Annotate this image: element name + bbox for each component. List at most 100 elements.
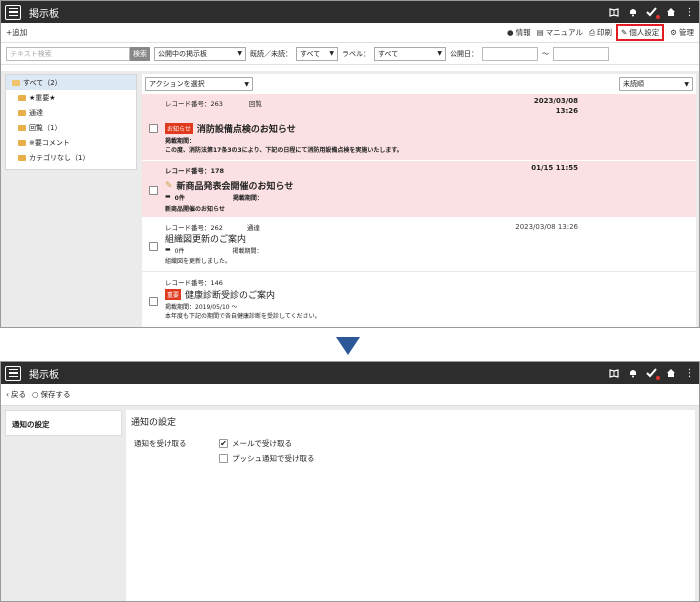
add-button[interactable]: +追加	[6, 27, 27, 38]
folder-comment[interactable]: ※要コメント	[6, 135, 136, 150]
date-from-input[interactable]	[482, 46, 538, 61]
sort-select[interactable]: 未読順 ▼	[619, 77, 693, 91]
book-icon[interactable]	[608, 368, 619, 379]
post-item[interactable]: レコード番号：262 通達 2023/03/08 13:26 組織図更新のご案内 …	[142, 218, 696, 272]
folder-uncategorized[interactable]: カテゴリなし（1）	[6, 150, 136, 165]
folder-important[interactable]: ★重要★	[6, 90, 136, 105]
post-date: 2023/03/08 13:26	[533, 97, 578, 115]
read-filter-label: 既読／未読：	[250, 49, 292, 58]
post-body: 本年度も下記の期間で各自健康診断を受診してください。	[165, 313, 321, 320]
post-item[interactable]: レコード番号：263 回覧 2023/03/08 13:26 お知らせ 消防設備点検の…	[142, 94, 696, 160]
chevron-down-icon: ▼	[684, 80, 689, 88]
folder-circular[interactable]: 回覧（1）	[6, 120, 136, 135]
read-filter-select[interactable]: すべて ▼	[296, 46, 338, 61]
action-select[interactable]: アクションを選択 ▼	[145, 77, 253, 91]
post-period: 掲載期間：	[232, 248, 263, 255]
record-number: レコード番号：178	[165, 167, 225, 175]
comment-count: 0件	[174, 195, 185, 202]
transition-arrow	[336, 337, 360, 355]
receive-label: 通知を受け取る	[134, 439, 187, 448]
post-list: アクションを選択 ▼ 未読順 ▼ レコード番号：263 回覧 2023/03/08 13…	[142, 74, 696, 327]
folder-open-icon	[12, 79, 20, 86]
app-title: 掲示板	[29, 8, 59, 20]
printer-icon: ⎙	[588, 27, 595, 37]
post-title[interactable]: 組織図更新のご案内	[165, 232, 246, 245]
menu-icon[interactable]	[5, 4, 21, 20]
info-link[interactable]: ● 情報	[507, 27, 531, 38]
pencil-icon: ✎	[165, 180, 173, 191]
circle-icon: ○	[32, 390, 39, 399]
print-link[interactable]: ⎙ 印刷	[589, 27, 612, 38]
comment-count: 0件	[174, 248, 185, 255]
personal-settings-link[interactable]: ✎ 個人設定	[615, 24, 665, 41]
settings-toolbar: ‹ 戻る ○ 保存する	[1, 384, 699, 406]
post-body: 新商品開催のお知らせ	[165, 206, 225, 213]
pen-icon: ✎	[620, 28, 628, 37]
gear-icon: ⚙	[670, 28, 677, 37]
filter-bar: テキスト検索 検索 公開中の掲示板 ▼ 既読／未読： すべて ▼ ラベル： すべて ▼…	[1, 43, 699, 65]
save-button[interactable]: ○ 保存する	[32, 389, 71, 400]
folder-all[interactable]: すべて（2）	[6, 75, 136, 90]
folder-icon	[18, 154, 26, 161]
board-select[interactable]: 公開中の掲示板 ▼	[154, 46, 246, 61]
chevron-down-icon: ▼	[244, 80, 249, 88]
folder-icon	[18, 109, 26, 116]
check-icon[interactable]	[646, 7, 660, 19]
home-icon[interactable]	[665, 368, 676, 379]
home-icon[interactable]	[665, 7, 676, 18]
record-number: レコード番号：262	[165, 224, 223, 232]
push-option[interactable]: プッシュ通知で受け取る	[219, 453, 315, 464]
post-date: 2023/03/08 13:26	[515, 223, 578, 231]
chevron-down-icon: ▼	[237, 50, 242, 57]
bell-icon[interactable]	[627, 7, 638, 18]
post-title[interactable]: 新商品発表会開催のお知らせ	[177, 179, 294, 192]
label-filter-select[interactable]: すべて ▼	[374, 46, 446, 61]
settings-panel: 掲示板 ⋮ ‹ 戻る ○ 保存する 通知の設定 通知の設定 通知を受け取る ✔ メー…	[0, 361, 700, 602]
folder-icon	[18, 94, 26, 101]
post-body: この度、消防法第17条3の3により、下記の日程にて消防用設備点検を実施いたします…	[165, 147, 403, 154]
post-period: 掲載期間：	[232, 195, 263, 202]
more-icon[interactable]: ⋮	[684, 368, 695, 379]
admin-link[interactable]: ⚙ 管理	[670, 27, 694, 38]
row-checkbox[interactable]	[149, 242, 158, 251]
post-period: 掲載期間：2019/05/10 ～	[165, 304, 238, 311]
settings-content: 通知の設定 通知を受け取る ✔ メールで受け取る プッシュ通知で受け取る	[126, 410, 695, 601]
settings-nav-notification[interactable]: 通知の設定	[5, 410, 122, 436]
label-tag: お知らせ	[165, 123, 193, 134]
back-button[interactable]: ‹ 戻る	[6, 389, 26, 400]
search-button[interactable]: 検索	[130, 46, 150, 61]
post-item[interactable]: レコード番号：146 重要 健康診断受診のご案内 掲載期間：2019/05/10 …	[142, 273, 696, 327]
chevron-left-icon: ‹	[6, 390, 9, 399]
date-to-input[interactable]	[553, 46, 609, 61]
post-date: 01/15 11:55	[531, 164, 578, 172]
action-toolbar: +追加 ● 情報 ▤ マニュアル ⎙ 印刷 ✎ 個人設定 ⚙ 管理	[1, 23, 699, 43]
folder-notice[interactable]: 通達	[6, 105, 136, 120]
manual-link[interactable]: ▤ マニュアル	[537, 27, 583, 38]
row-checkbox[interactable]	[149, 297, 158, 306]
title-bar: 掲示板 ⋮	[1, 362, 699, 384]
book-icon[interactable]	[608, 7, 619, 18]
post-title[interactable]: 健康診断受診のご案内	[185, 288, 275, 301]
post-period: 掲載期間：	[165, 138, 196, 145]
folder-icon	[18, 139, 26, 146]
bell-icon[interactable]	[627, 368, 638, 379]
settings-area: 通知の設定 通知の設定 通知を受け取る ✔ メールで受け取る プッシュ通知で受け…	[1, 406, 699, 601]
list-area: すべて（2） ★重要★ 通達 回覧（1） ※要コメント カテゴリなし（1） アク…	[1, 71, 699, 327]
push-checkbox[interactable]	[219, 454, 228, 463]
folder-icon	[18, 124, 26, 131]
lightbulb-icon: ●	[507, 28, 514, 37]
post-title[interactable]: 消防設備点検のお知らせ	[197, 122, 296, 135]
comment-icon: ▬	[165, 246, 171, 253]
row-checkbox[interactable]	[149, 186, 158, 195]
row-checkbox[interactable]	[149, 124, 158, 133]
check-icon[interactable]	[646, 368, 660, 380]
title-bar: 掲示板 ⋮	[1, 1, 699, 23]
email-option[interactable]: ✔ メールで受け取る	[219, 438, 292, 449]
more-icon[interactable]: ⋮	[684, 7, 695, 18]
post-item[interactable]: レコード番号：178 01/15 11:55 ✎ 新商品発表会開催のお知らせ ▬ 0…	[142, 161, 696, 217]
menu-icon[interactable]	[5, 365, 21, 381]
category: 回覧	[248, 100, 262, 108]
email-checkbox[interactable]: ✔	[219, 439, 228, 448]
search-input[interactable]: テキスト検索	[6, 46, 130, 61]
chevron-down-icon: ▼	[437, 50, 442, 57]
